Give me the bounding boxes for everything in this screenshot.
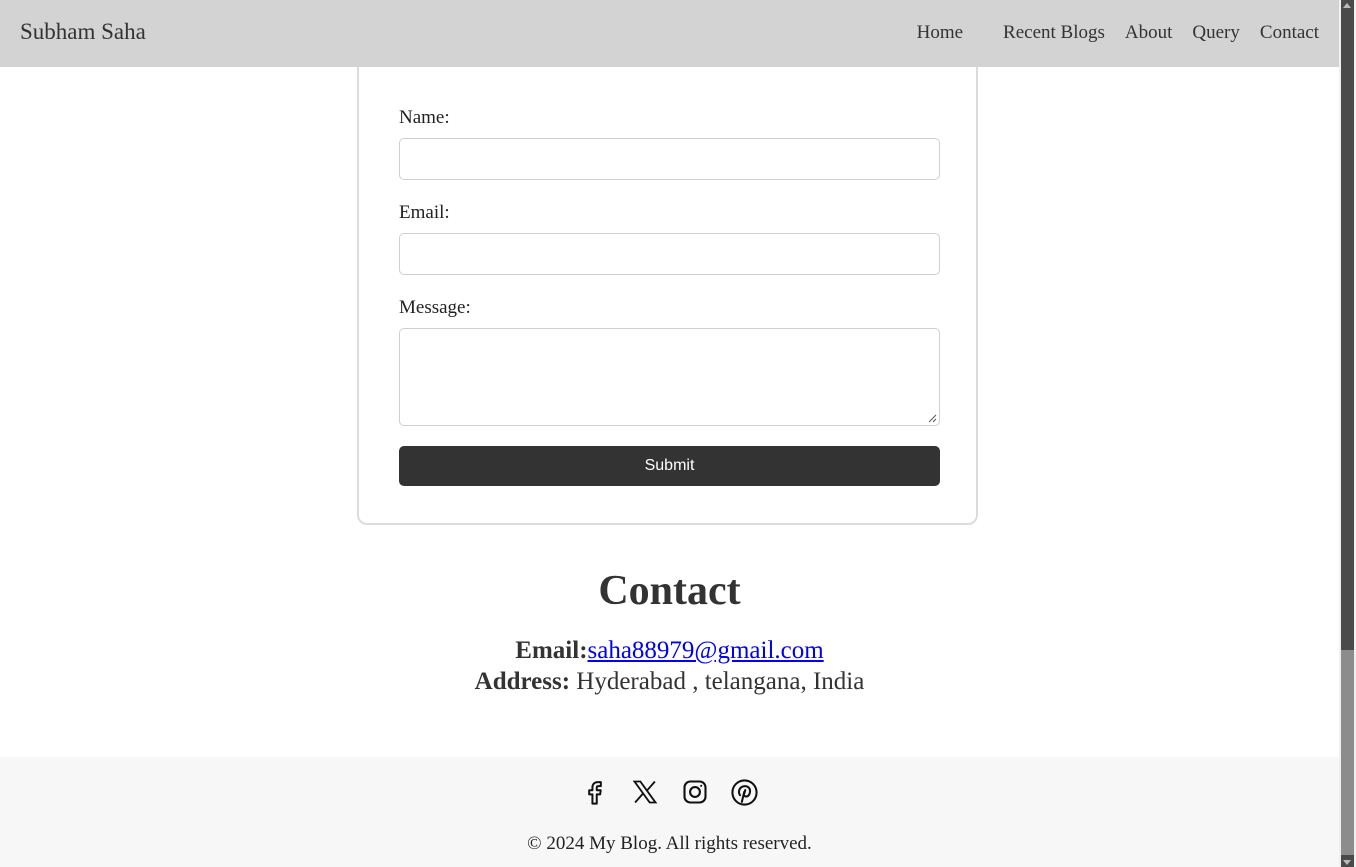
facebook-icon[interactable] — [580, 777, 610, 807]
social-links — [0, 777, 1339, 807]
contact-heading: Contact — [598, 568, 741, 614]
nav-recent-blogs-link[interactable]: Recent Blogs — [1003, 21, 1105, 45]
nav-home-link[interactable]: Home — [917, 21, 963, 45]
email-input[interactable] — [399, 233, 940, 275]
contact-email-line: Email:saha88979@gmail.com — [0, 636, 1339, 666]
nav-query-link[interactable]: Query — [1192, 21, 1239, 45]
nav-contact-link[interactable]: Contact — [1260, 21, 1319, 45]
scroll-down-arrow-icon[interactable] — [1343, 860, 1351, 865]
x-icon[interactable] — [630, 777, 660, 807]
query-form-card: Name: Email: Message: Submit — [357, 48, 978, 525]
pinterest-icon[interactable] — [730, 777, 760, 807]
top-navigation-bar: Subham Saha Home Recent Blogs About Quer… — [0, 0, 1339, 67]
instagram-icon[interactable] — [680, 777, 710, 807]
contact-address-line: Address: Hyderabad , telangana, India — [0, 667, 1339, 697]
message-label: Message: — [399, 297, 471, 318]
email-link[interactable]: saha88979@gmail.com — [588, 637, 824, 664]
submit-button[interactable]: Submit — [399, 446, 940, 486]
email-label: Email: — [399, 202, 450, 223]
message-textarea[interactable] — [399, 328, 940, 426]
scrollbar-thumb[interactable] — [1341, 650, 1354, 855]
page: Subham Saha Home Recent Blogs About Quer… — [0, 0, 1339, 867]
address-label-bold: Address: — [474, 668, 571, 695]
email-label-bold: Email: — [515, 637, 588, 664]
address-text: Hyderabad , telangana, India — [570, 668, 865, 695]
vertical-scrollbar[interactable] — [1339, 0, 1356, 867]
nav-menu: Home Recent Blogs About Query Contact — [897, 21, 1319, 45]
scroll-up-arrow-icon[interactable] — [1343, 3, 1351, 8]
site-brand[interactable]: Subham Saha — [20, 18, 146, 46]
name-input[interactable] — [399, 138, 940, 180]
footer: © 2024 My Blog. All rights reserved. — [0, 757, 1339, 867]
nav-about-link[interactable]: About — [1125, 21, 1173, 45]
resize-grip-icon[interactable] — [928, 414, 937, 423]
name-label: Name: — [399, 107, 450, 128]
copyright-text: © 2024 My Blog. All rights reserved. — [527, 833, 812, 854]
